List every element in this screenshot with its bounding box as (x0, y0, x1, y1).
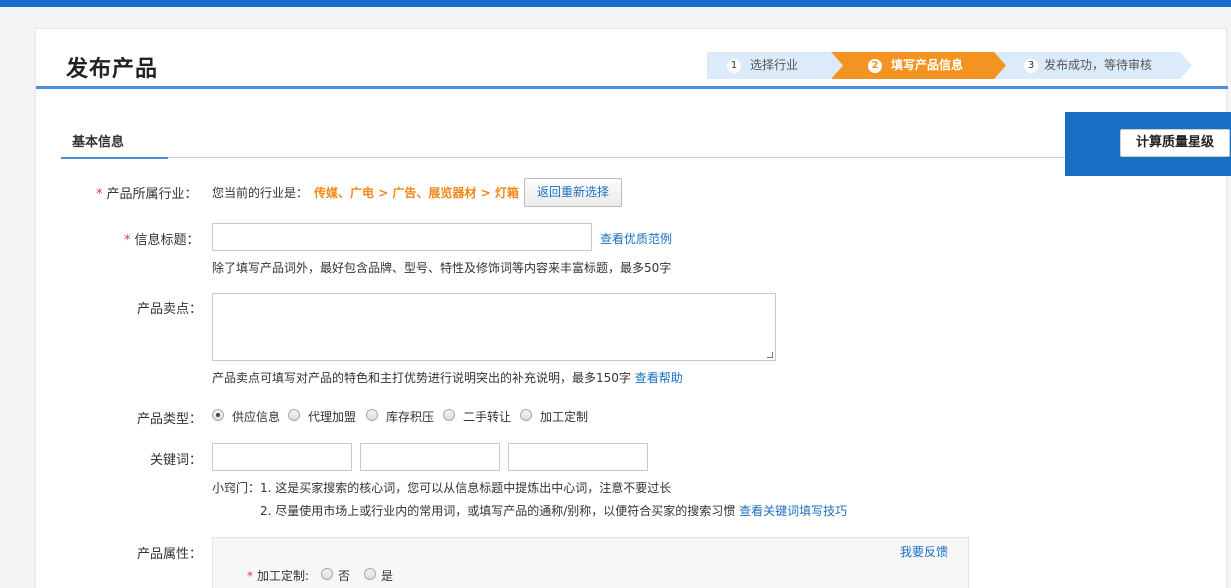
step-number: 1 (727, 59, 741, 73)
title-divider (36, 86, 1228, 89)
required-mark: * (124, 233, 131, 248)
step-fill-info: 2 填写产品信息 (831, 52, 1007, 79)
section-title: 基本信息 (72, 135, 125, 150)
selling-point-label: 产品卖点： (137, 302, 203, 317)
reselect-industry-button[interactable]: 返回重新选择 (524, 178, 622, 207)
selling-point-hint-text: 产品卖点可填写对产品的特色和主打优势进行说明突出的补充说明，最多150字 (212, 371, 631, 385)
view-help-link[interactable]: 查看帮助 (635, 371, 683, 385)
radio-icon[interactable] (443, 409, 455, 421)
calculate-quality-button[interactable]: 计算质量星级 (1120, 129, 1230, 157)
view-examples-link[interactable]: 查看优质范例 (600, 230, 672, 247)
industry-prefix: 您当前的行业是： (212, 186, 309, 200)
keyword-input-3[interactable] (508, 443, 648, 471)
top-bar (0, 0, 1231, 7)
required-mark: * (247, 569, 253, 583)
step-select-industry: 1 选择行业 (707, 52, 843, 79)
keyword-tip-2: 2. 尽量使用市场上或行业内的常用词，或填写产品的通称/别称，以便符合买家的搜索… (260, 502, 847, 519)
industry-label: * 产品所属行业： (96, 183, 198, 202)
step-publish-success: 3 发布成功，等待审核 (994, 52, 1192, 79)
title-input[interactable] (212, 223, 592, 251)
step-label: 发布成功，等待审核 (1044, 58, 1153, 72)
step-number: 2 (868, 59, 882, 73)
custom-processing-attr: * 加工定制: (247, 567, 309, 584)
radio-label: 代理加盟 (308, 410, 357, 424)
keyword-input-1[interactable] (212, 443, 352, 471)
radio-label: 库存积压 (386, 410, 435, 424)
title-hint: 除了填写产品词外，最好包含品牌、型号、特性及修饰词等内容来丰富标题，最多50字 (212, 261, 672, 275)
attributes-panel: 我要反馈 * 加工定制: 否 是 (212, 537, 969, 588)
radio-label: 否 (338, 569, 351, 583)
step-label: 选择行业 (750, 58, 799, 72)
product-type-label: 产品类型： (137, 412, 203, 427)
custom-processing-label: 加工定制: (257, 569, 310, 583)
radio-icon[interactable] (364, 568, 376, 580)
resize-grip-icon[interactable] (767, 352, 773, 358)
keyword-input-2[interactable] (360, 443, 500, 471)
title-label-text: 信息标题： (134, 233, 200, 248)
step-number: 3 (1024, 59, 1038, 73)
keyword-tips-link[interactable]: 查看关键词填写技巧 (739, 504, 847, 518)
selling-point-textarea[interactable] (212, 293, 776, 361)
keyword-tip-2-text: 2. 尽量使用市场上或行业内的常用词，或填写产品的通称/别称，以便符合买家的搜索… (260, 504, 736, 518)
radio-icon[interactable] (520, 409, 532, 421)
radio-label: 供应信息 (232, 410, 281, 424)
industry-label-text: 产品所属行业： (106, 187, 198, 202)
step-label: 填写产品信息 (891, 58, 964, 72)
section-active-underline (61, 157, 168, 159)
radio-icon[interactable] (288, 409, 300, 421)
quality-panel: 计算质量星级 (1065, 112, 1231, 176)
radio-label: 是 (381, 569, 394, 583)
radio-label: 加工定制 (540, 410, 589, 424)
keywords-label: 关键词： (150, 453, 203, 468)
section-divider (61, 157, 1228, 158)
title-label: * 信息标题： (124, 229, 200, 248)
required-mark: * (96, 187, 103, 202)
industry-path: 传媒、广电 > 广告、展览器材 > 灯箱 (314, 186, 519, 200)
feedback-link[interactable]: 我要反馈 (900, 543, 948, 560)
keyword-tip-1: 小窍门：1. 这是买家搜索的核心词，您可以从信息标题中提炼出中心词，注意不要过长 (212, 481, 672, 495)
attributes-label: 产品属性： (137, 547, 203, 562)
radio-label: 二手转让 (463, 410, 512, 424)
industry-value: 您当前的行业是： 传媒、广电 > 广告、展览器材 > 灯箱 (212, 184, 519, 201)
radio-checked-icon[interactable] (212, 409, 224, 421)
page-title: 发布产品 (66, 57, 159, 82)
radio-icon[interactable] (321, 568, 333, 580)
radio-icon[interactable] (366, 409, 378, 421)
selling-point-hint: 产品卖点可填写对产品的特色和主打优势进行说明突出的补充说明，最多150字 查看帮… (212, 369, 683, 386)
